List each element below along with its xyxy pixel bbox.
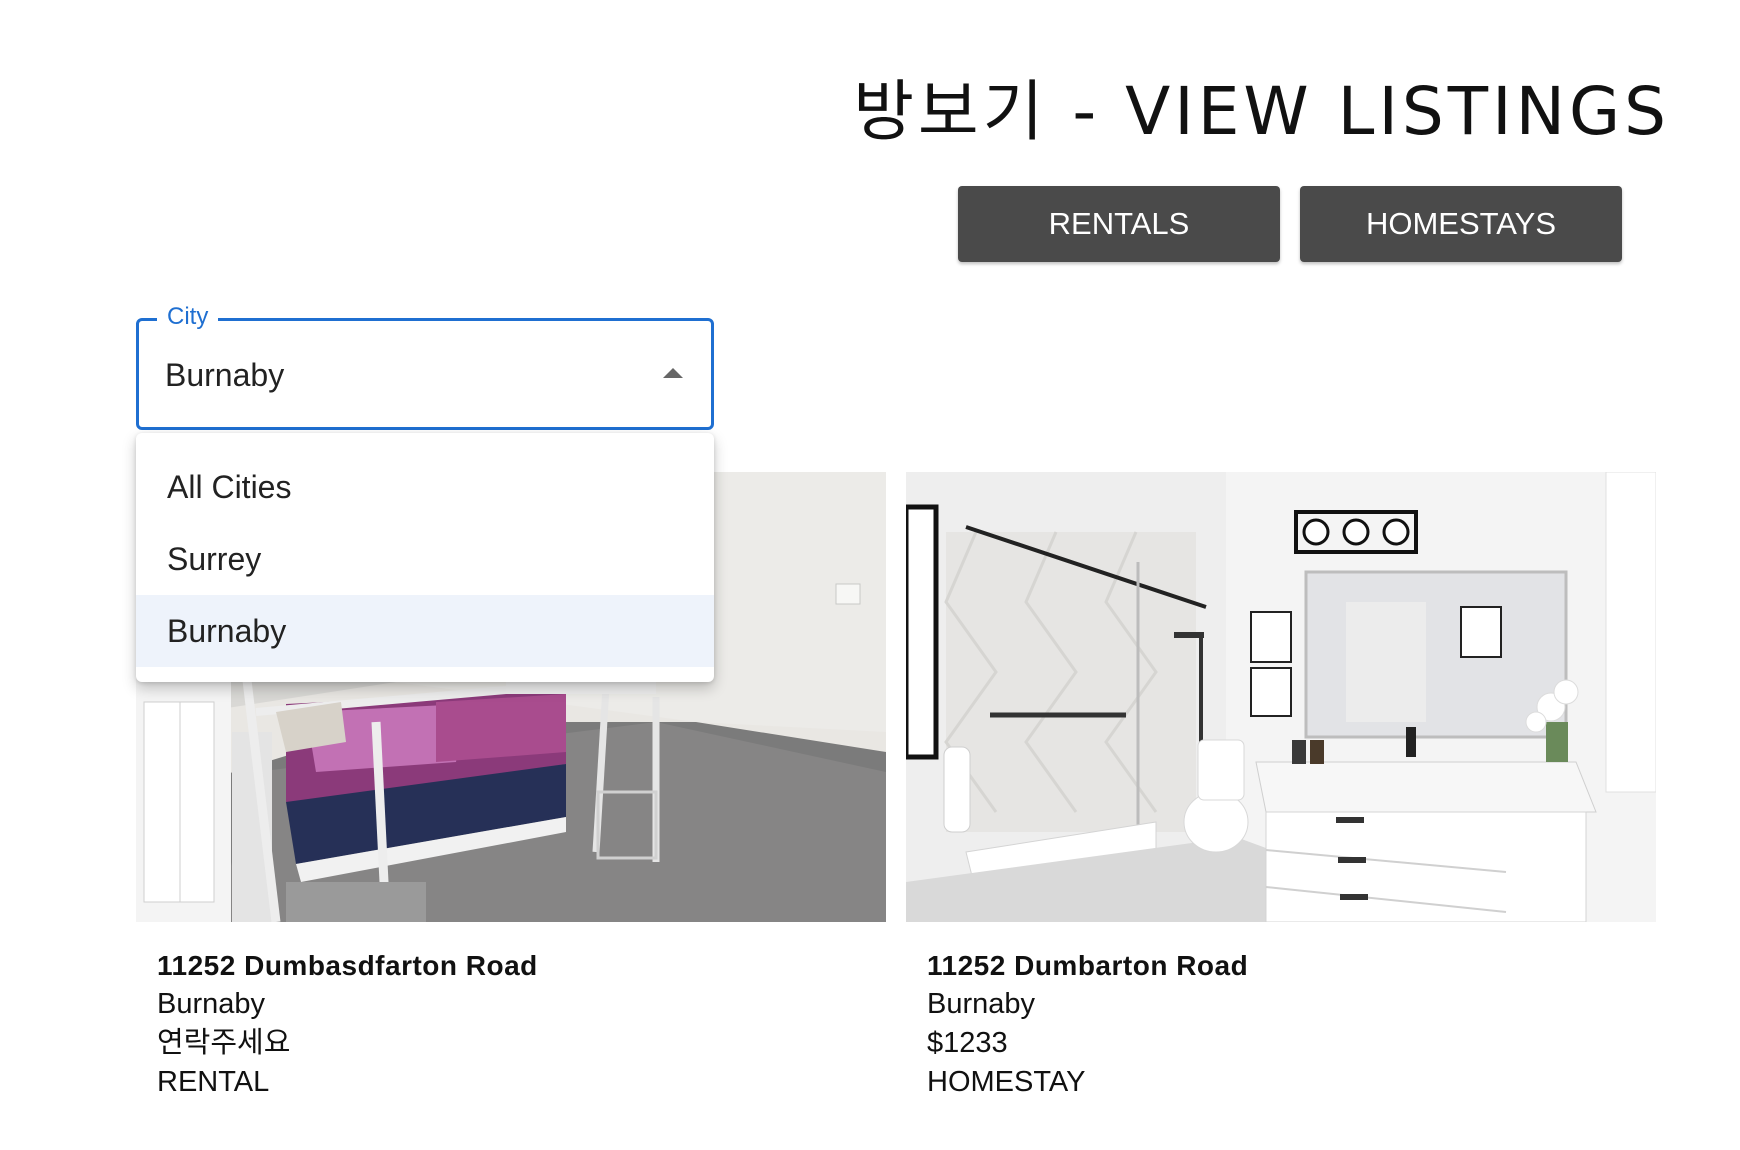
- homestays-tab-button[interactable]: HOMESTAYS: [1300, 186, 1622, 262]
- listing-address: 11252 Dumbasdfarton Road: [157, 950, 538, 981]
- page-title: 방보기 - VIEW LISTINGS: [853, 73, 1670, 150]
- city-dropdown-menu: All Cities Surrey Burnaby: [136, 433, 714, 682]
- city-option-all-cities[interactable]: All Cities: [136, 451, 714, 523]
- listing-city: Burnaby: [157, 988, 266, 1020]
- rentals-tab-button[interactable]: RENTALS: [958, 186, 1280, 262]
- city-select-label: City: [157, 303, 219, 331]
- listing-type: HOMESTAY: [927, 1066, 1086, 1098]
- city-select-value: Burnaby: [165, 357, 285, 393]
- listing-city: Burnaby: [927, 988, 1036, 1020]
- city-option-surrey[interactable]: Surrey: [136, 523, 714, 595]
- city-select[interactable]: City Burnaby: [136, 303, 714, 430]
- listing-type: RENTAL: [157, 1066, 270, 1098]
- listing-price: $1233: [927, 1027, 1008, 1059]
- bathroom-photo-icon[interactable]: [906, 472, 1656, 922]
- listing-address: 11252 Dumbarton Road: [927, 950, 1249, 981]
- caret-up-icon[interactable]: [663, 368, 683, 378]
- city-option-burnaby[interactable]: Burnaby: [136, 595, 714, 667]
- listing-card[interactable]: 11252 Dumbarton Road Burnaby $1233 HOMES…: [906, 472, 1656, 1102]
- listing-price: 연락주세요: [157, 1027, 291, 1059]
